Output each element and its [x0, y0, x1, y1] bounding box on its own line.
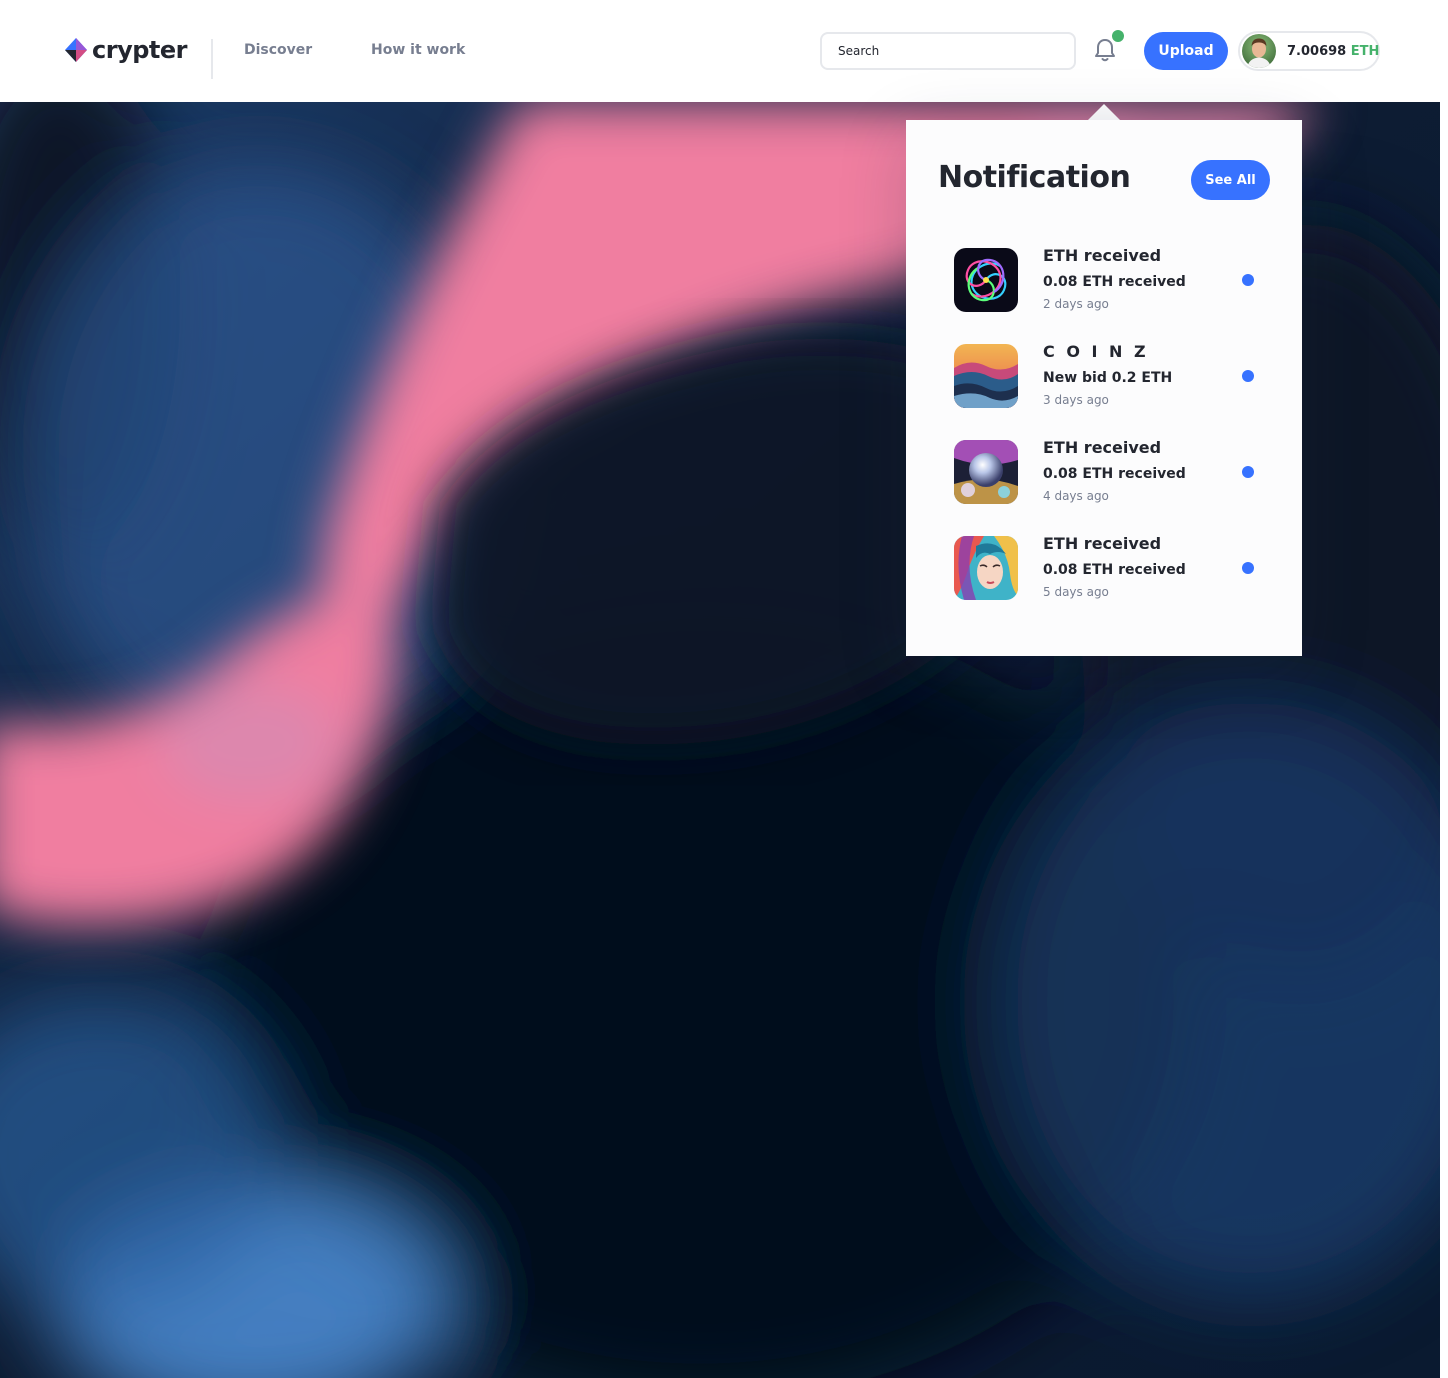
notification-item[interactable]: ETH received 0.08 ETH received 4 days ag… — [954, 438, 1270, 506]
notification-item-title: C O I N Z — [1043, 342, 1149, 361]
notification-item-time: 4 days ago — [1043, 489, 1109, 503]
see-all-button[interactable]: See All — [1191, 160, 1270, 200]
balance-currency: ETH — [1350, 43, 1380, 59]
notification-popup: Notification See All ETH received 0.08 E… — [906, 120, 1302, 656]
notification-item[interactable]: C O I N Z New bid 0.2 ETH 3 days ago — [954, 342, 1270, 410]
popup-arrow — [1088, 104, 1120, 120]
upload-button[interactable]: Upload — [1144, 32, 1228, 70]
wallet-balance-pill[interactable]: 7.00698 ETH — [1238, 31, 1380, 71]
notification-item[interactable]: ETH received 0.08 ETH received 5 days ag… — [954, 534, 1270, 602]
header-divider — [211, 39, 213, 79]
swirl-art-thumbnail — [954, 248, 1018, 312]
search-box[interactable] — [820, 32, 1076, 70]
notification-item[interactable]: ETH received 0.08 ETH received 2 days ag… — [954, 246, 1270, 314]
diamond-logo-icon — [65, 38, 87, 62]
notification-item-subtitle: 0.08 ETH received — [1043, 274, 1186, 290]
notification-indicator-dot — [1112, 30, 1124, 42]
notification-item-time: 3 days ago — [1043, 393, 1109, 407]
notification-item-time: 5 days ago — [1043, 585, 1109, 599]
nav-how-it-work-link[interactable]: How it work — [371, 42, 465, 58]
logo-text: crypter — [92, 36, 187, 64]
notification-title: Notification — [938, 160, 1131, 195]
portrait-art-thumbnail — [954, 536, 1018, 600]
unread-dot-icon — [1242, 370, 1254, 382]
wave-art-thumbnail — [954, 344, 1018, 408]
top-header: crypter Discover How it work Upload — [0, 0, 1448, 102]
wallet-balance: 7.00698 ETH — [1287, 44, 1379, 59]
notification-item-time: 2 days ago — [1043, 297, 1109, 311]
notification-item-subtitle: 0.08 ETH received — [1043, 466, 1186, 482]
notification-item-subtitle: New bid 0.2 ETH — [1043, 370, 1173, 386]
search-input[interactable] — [822, 34, 1074, 68]
notification-item-title: ETH received — [1043, 534, 1162, 553]
unread-dot-icon — [1242, 562, 1254, 574]
notification-item-title: ETH received — [1043, 246, 1162, 265]
logo[interactable]: crypter — [64, 36, 187, 64]
notification-item-subtitle: 0.08 ETH received — [1043, 562, 1186, 578]
avatar[interactable] — [1242, 34, 1276, 68]
notification-item-title: ETH received — [1043, 438, 1162, 457]
unread-dot-icon — [1242, 466, 1254, 478]
unread-dot-icon — [1242, 274, 1254, 286]
balance-amount: 7.00698 — [1287, 43, 1347, 59]
sphere-art-thumbnail — [954, 440, 1018, 504]
nav-discover-link[interactable]: Discover — [244, 42, 312, 58]
